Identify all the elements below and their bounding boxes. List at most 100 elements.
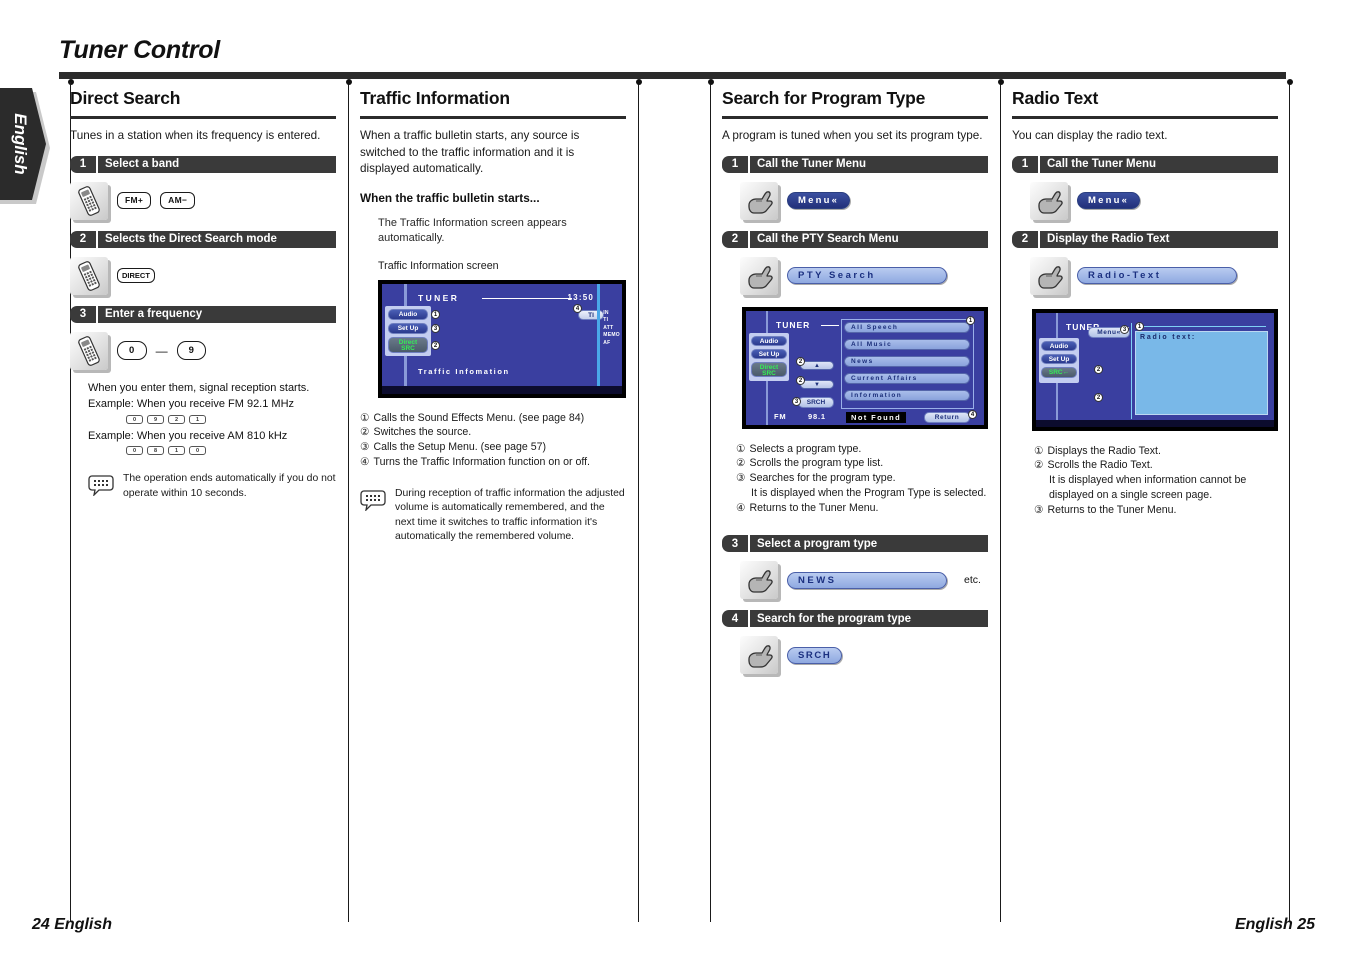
step-2-controls: PTY Search — [740, 256, 988, 295]
lcd-button-radio-text[interactable]: Radio-Text — [1077, 267, 1237, 284]
screen-btn-ti[interactable]: TI — [578, 309, 604, 320]
step-1-controls: FM+ AM− — [70, 181, 336, 220]
memo-note-direct-search: The operation ends automatically if you … — [88, 472, 336, 501]
screen-btn-setup[interactable]: Set Up — [1041, 353, 1077, 364]
step-number: 1 — [1012, 155, 1038, 173]
section-rule — [70, 116, 336, 119]
screen-bottom-bar — [1036, 419, 1274, 427]
lcd-button-menu[interactable]: Menu« — [787, 192, 851, 209]
key-digit-0[interactable]: 0 — [117, 340, 147, 361]
key-digit-9[interactable]: 9 — [176, 340, 207, 361]
note-marker: ① — [360, 411, 370, 424]
screen-btn-direct-src[interactable]: Direct SRC — [388, 336, 428, 353]
screen-btn-setup[interactable]: Set Up — [388, 322, 428, 334]
pty-item-information[interactable]: Information — [844, 389, 970, 401]
step-number: 3 — [70, 305, 96, 323]
column-divider-dot-2 — [635, 79, 642, 85]
step-1-header: 1 Select a band — [70, 155, 336, 173]
step-label: Select a band — [96, 155, 336, 173]
step-number: 1 — [70, 155, 96, 173]
lcd-button-menu[interactable]: Menu« — [1077, 192, 1141, 209]
marker-2-down: 2 — [1094, 392, 1103, 402]
note-item: ① Calls the Sound Effects Menu. (see page… — [360, 411, 626, 426]
note-marker: ② — [360, 426, 370, 439]
step-1-controls: Menu« — [740, 181, 988, 220]
column-divider-dot-4 — [997, 79, 1004, 85]
pty-item-all-music[interactable]: All Music — [844, 338, 970, 350]
screen-btn-audio[interactable]: Audio — [388, 308, 428, 320]
note-marker: ① — [1034, 444, 1044, 457]
lcd-button-srch[interactable]: SRCH — [787, 646, 843, 664]
note-text: Turns the Traffic Information function o… — [373, 455, 591, 468]
key-direct[interactable]: DIRECT — [117, 267, 155, 284]
key-am-minus[interactable]: AM− — [160, 192, 196, 209]
screen-status-text: Traffic Infomation — [418, 366, 510, 376]
pty-item-news[interactable]: News — [844, 355, 970, 367]
screen-btn-setup[interactable]: Set Up — [751, 348, 787, 359]
note-marker: ④ — [360, 455, 370, 468]
step-number: 4 — [722, 610, 748, 628]
pointing-hand-icon — [1030, 256, 1068, 295]
section-heading: Radio Text — [1012, 88, 1099, 108]
column-divider-4 — [1000, 82, 1001, 922]
section-search-program-type: Search for Program Type A program is tun… — [722, 82, 988, 675]
memo-text: During reception of traffic information … — [395, 487, 625, 543]
step-label: Enter a frequency — [96, 305, 336, 323]
screen-title: TUNER — [776, 319, 811, 330]
side-tab-label: English — [11, 113, 30, 175]
tiny-key: 0 — [126, 414, 143, 424]
lcd-button-pty-search[interactable]: PTY Search — [787, 267, 947, 284]
screen-panel-edge — [1131, 322, 1132, 419]
pty-item-current-affairs[interactable]: Current Affairs — [844, 372, 970, 384]
screen-btn-direct-src[interactable]: Direct SRC — [751, 361, 787, 377]
screen-btn-srch[interactable]: SRCH — [798, 396, 834, 408]
marker-3: 3 — [1120, 324, 1129, 334]
note-subtext: It is displayed when information cannot … — [1049, 474, 1247, 501]
tag-af: AF — [603, 339, 611, 346]
screen-btn-scroll-down[interactable]: ▼ — [800, 379, 834, 389]
column-divider-3 — [710, 82, 711, 922]
step-number: 1 — [722, 155, 748, 173]
step-2-controls: Radio-Text — [1030, 256, 1278, 295]
screen-band: FM — [774, 411, 787, 421]
screen-btn-return[interactable]: Return — [924, 411, 970, 423]
screen-status-tags: IN TI ATT MEMO AF — [603, 310, 620, 348]
lcd-button-news[interactable]: NEWS — [787, 571, 947, 589]
pointing-hand-icon — [740, 636, 778, 675]
step-2-header: 2 Display the Radio Text — [1012, 230, 1278, 248]
step-label: Call the Tuner Menu — [748, 155, 988, 173]
marker-4: 4 — [573, 303, 582, 313]
note-marker: ③ — [736, 472, 746, 485]
step-2-header: 2 Selects the Direct Search mode — [70, 230, 336, 248]
pty-notes: ① Selects a program type. ② Scrolls the pr… — [736, 442, 988, 516]
screen-btn-audio[interactable]: Audio — [751, 335, 787, 346]
marker-2-up: 2 — [1094, 364, 1103, 374]
note-text: Returns to the Tuner Menu. — [749, 501, 879, 514]
step-label: Select a program type — [748, 535, 988, 553]
marker-1: 1 — [966, 315, 975, 325]
screen-btn-audio[interactable]: Audio — [1041, 340, 1077, 351]
screen-btn-scroll-up[interactable]: ▲ — [800, 360, 834, 370]
screen-frequency: 98.1 — [808, 411, 826, 421]
note-item: ② Scrolls the Radio Text. — [1034, 458, 1278, 473]
step-1-header: 1 Call the Tuner Menu — [1012, 155, 1278, 173]
tag-memo: MEMO — [603, 332, 620, 338]
screen-right-bar — [597, 283, 600, 394]
note-marker: ② — [736, 457, 746, 470]
pty-item-all-speech[interactable]: All Speech — [844, 321, 970, 333]
section-radio-text: Radio Text You can display the radio tex… — [1012, 82, 1278, 517]
page-title: Tuner Control — [59, 36, 220, 64]
note-marker: ① — [736, 442, 746, 455]
remote-control-icon — [70, 331, 108, 370]
screen-btn-src-label: SRC — [762, 370, 776, 377]
step-1-header: 1 Call the Tuner Menu — [722, 155, 988, 173]
radio-text-label: Radio text: — [1140, 333, 1196, 341]
screen-panel-top-rule — [1144, 325, 1266, 327]
screen-btn-src[interactable]: SRC← — [1041, 366, 1077, 378]
column-divider-dot-5 — [1286, 79, 1293, 85]
memo-bubble-icon — [88, 474, 114, 501]
screen-body: TUNER 13:50 Audio Set Up Direct SRC 1 3 … — [382, 283, 622, 394]
key-fm-plus[interactable]: FM+ — [117, 192, 152, 209]
step-label: Selects the Direct Search mode — [96, 230, 336, 248]
screen-body: TUNER Audio Set Up Direct SRC ▲ 2 ▼ 2 SR… — [746, 310, 984, 425]
